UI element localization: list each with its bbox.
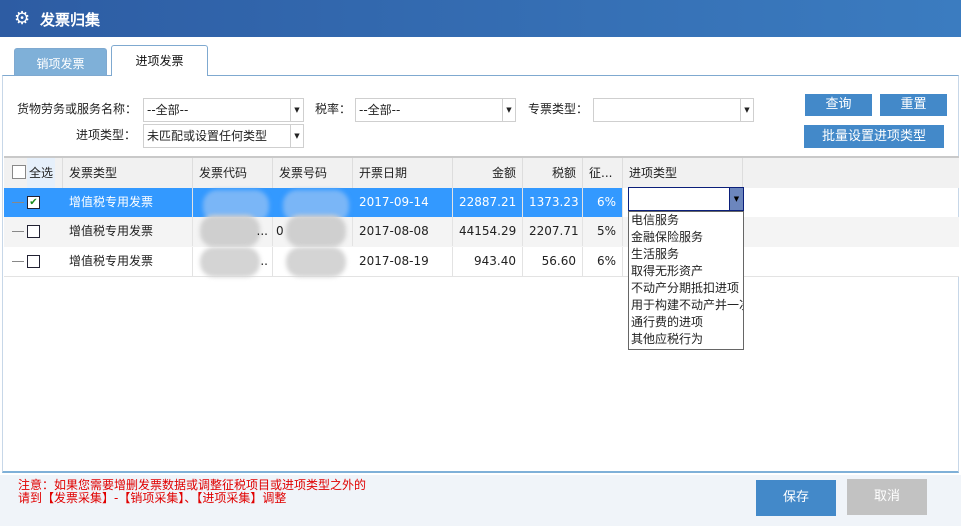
cell-tax: 1373.23: [523, 188, 583, 217]
dropdown-options: 电信服务 金融保险服务 生活服务 取得无形资产 不动产分期抵扣进项 用于构建不动…: [628, 211, 744, 350]
table-row[interactable]: 增值税专用发票 .. 2017-08-19 943.40 56.60 6%: [4, 247, 959, 277]
cell-rate: 6%: [583, 247, 623, 276]
dropdown-option[interactable]: 电信服务: [629, 212, 743, 229]
cell-date: 2017-09-14: [353, 188, 453, 217]
cell-rate: 6%: [583, 188, 623, 217]
query-button[interactable]: 查询: [805, 94, 872, 116]
chevron-down-icon: ▼: [502, 99, 515, 121]
cell-date: 2017-08-19: [353, 247, 453, 276]
cell-amount: 943.40: [453, 247, 523, 276]
col-header-input-type[interactable]: 进项类型: [623, 158, 743, 188]
select-all-checkbox[interactable]: [12, 165, 26, 179]
save-button[interactable]: 保存: [756, 480, 836, 516]
cell-tax: 2207.71: [523, 217, 583, 246]
col-header-date[interactable]: 开票日期: [353, 158, 453, 188]
chevron-down-icon[interactable]: ▼: [729, 188, 743, 210]
footer: 注意：如果您需要增删发票数据或调整征税项目或进项类型之外的 请到【发票采集】-【…: [0, 475, 961, 526]
gear-icon: ⚙: [14, 8, 31, 29]
chevron-down-icon: ▼: [290, 99, 303, 121]
cell-rate: 5%: [583, 217, 623, 246]
input-type-cell-dropdown[interactable]: ▼: [628, 187, 744, 211]
title-bar: ⚙ 发票归集: [0, 0, 961, 37]
col-header-tax[interactable]: 税额: [523, 158, 583, 188]
rate-select-value: --全部--: [359, 103, 401, 117]
window-title: 发票归集: [40, 11, 101, 29]
dropdown-option[interactable]: 不动产分期抵扣进项: [629, 280, 743, 297]
goods-select-value: --全部--: [147, 103, 189, 117]
special-type-select[interactable]: ▼: [593, 98, 754, 122]
cell-tax: 56.60: [523, 247, 583, 276]
select-all-label: 全选: [27, 158, 56, 188]
dropdown-option[interactable]: 用于构建不动产并一次: [629, 297, 743, 314]
select-all-header[interactable]: 全选: [4, 158, 63, 188]
tab-sales-invoice[interactable]: 销项发票: [14, 48, 107, 76]
table-row[interactable]: ✔ 增值税专用发票 2017-09-14 22887.21 1373.23 6%: [4, 188, 959, 222]
col-header-amount[interactable]: 金额: [453, 158, 523, 188]
dropdown-option[interactable]: 取得无形资产: [629, 263, 743, 280]
notice-line-2: 请到【发票采集】-【销项采集】、【进项采集】调整: [18, 491, 287, 505]
row-checkbox[interactable]: ✔: [27, 196, 40, 209]
row-checkbox[interactable]: [27, 255, 40, 268]
cell-code: ...: [193, 217, 273, 246]
goods-select[interactable]: --全部-- ▼: [143, 98, 304, 122]
col-header-code[interactable]: 发票代码: [193, 158, 273, 188]
cell-amount: 22887.21: [453, 188, 523, 217]
dropdown-option[interactable]: 通行费的进项: [629, 314, 743, 331]
col-header-rate[interactable]: 征...: [583, 158, 623, 188]
cell-type: 增值税专用发票: [63, 247, 193, 276]
special-type-label: 专票类型：: [528, 102, 589, 116]
cell-date: 2017-08-08: [353, 217, 453, 246]
dropdown-option[interactable]: 其他应税行为: [629, 331, 743, 348]
rate-select[interactable]: --全部-- ▼: [355, 98, 516, 122]
chevron-down-icon: ▼: [290, 125, 303, 147]
chevron-down-icon: ▼: [740, 99, 753, 121]
input-type-value: 未匹配或设置任何类型: [147, 129, 268, 143]
input-type-select[interactable]: 未匹配或设置任何类型 ▼: [143, 124, 304, 148]
dropdown-option[interactable]: 生活服务: [629, 246, 743, 263]
col-header-number[interactable]: 发票号码: [273, 158, 353, 188]
col-header-type[interactable]: 发票类型: [63, 158, 193, 188]
cell-amount: 44154.29: [453, 217, 523, 246]
cell-code: ..: [193, 247, 273, 276]
row-checkbox[interactable]: [27, 225, 40, 238]
col-header-filler: [743, 158, 959, 188]
cell-type: 增值税专用发票: [63, 217, 193, 246]
redacted-number: [286, 247, 346, 277]
cell-type: 增值税专用发票: [63, 188, 193, 217]
invoice-table: 全选 发票类型 发票代码 发票号码 开票日期 金额 税额 征... 进项类型 ✔…: [4, 156, 959, 277]
dropdown-option[interactable]: 金融保险服务: [629, 229, 743, 246]
tab-purchase-invoice[interactable]: 进项发票: [111, 45, 208, 76]
table-row[interactable]: 增值税专用发票 ... 0 2017-08-08 44154.29 2207.7…: [4, 215, 959, 247]
input-type-label: 进项类型：: [76, 128, 137, 142]
reset-button[interactable]: 重置: [880, 94, 947, 116]
batch-set-type-button[interactable]: 批量设置进项类型: [804, 125, 944, 148]
redacted-number: [286, 215, 346, 247]
rate-label: 税率：: [315, 102, 352, 116]
cancel-button[interactable]: 取消: [847, 479, 927, 515]
goods-label: 货物劳务或服务名称：: [17, 102, 138, 116]
